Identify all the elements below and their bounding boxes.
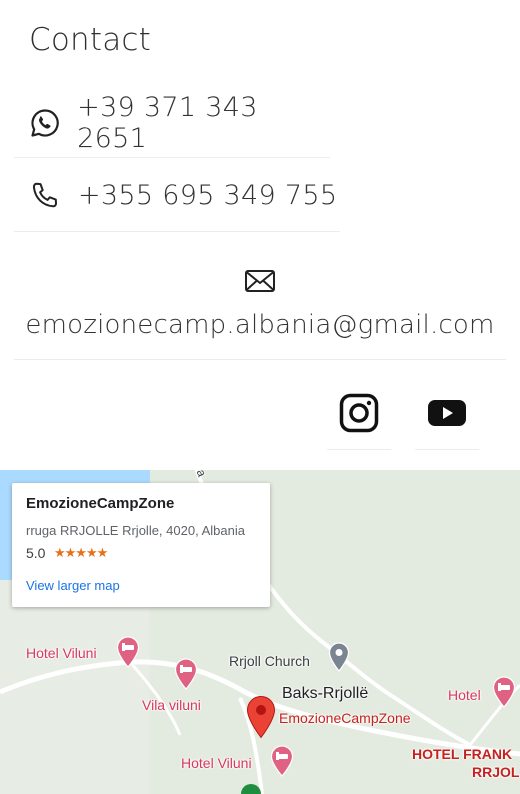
phone-number: +355 695 349 755: [78, 180, 338, 211]
hotel-pin-icon[interactable]: [270, 745, 294, 777]
location-marker-icon[interactable]: [246, 695, 276, 739]
whatsapp-icon: [28, 106, 61, 140]
place-address: rruga RRJOLLE Rrjolle, 4020, Albania: [26, 523, 245, 538]
contact-title: Contact: [29, 22, 152, 58]
view-larger-map-link[interactable]: View larger map: [26, 578, 120, 593]
map-info-card: EmozioneCampZone rruga RRJOLLE Rrjolle, …: [12, 483, 270, 607]
instagram-icon: [339, 393, 379, 437]
youtube-link[interactable]: [415, 380, 479, 450]
hotel-pin-icon[interactable]: [492, 676, 516, 708]
phone-contact-row[interactable]: +355 695 349 755: [14, 160, 340, 232]
map-label-marker-name[interactable]: EmozioneCampZone: [279, 710, 411, 726]
whatsapp-contact-row[interactable]: +39 371 343 2651: [14, 88, 330, 158]
embedded-map[interactable]: a EmozioneCampZone rruga RRJOLLE Rrjolle…: [0, 470, 520, 794]
rating-stars: ★★★★★: [54, 545, 108, 560]
envelope-icon: [244, 268, 276, 294]
email-address: emozionecamp.albania@gmail.com: [25, 310, 495, 340]
map-label-hotel-viluni-2[interactable]: Hotel Viluni: [181, 755, 252, 771]
instagram-link[interactable]: [327, 380, 391, 450]
map-label-hotel-viluni[interactable]: Hotel Viluni: [26, 645, 97, 661]
map-label-baks-rrjolle[interactable]: Baks-Rrjollë: [282, 685, 368, 703]
church-pin-icon[interactable]: [328, 642, 350, 672]
youtube-icon: [427, 398, 467, 432]
map-label-vila-viluni[interactable]: Vila viluni: [142, 697, 201, 713]
map-label-rrjoll-church[interactable]: Rrjoll Church: [229, 653, 310, 669]
phone-icon: [28, 179, 62, 213]
map-label-hotel-frank[interactable]: HOTEL FRANK: [412, 746, 512, 762]
hotel-pin-icon[interactable]: [174, 658, 198, 690]
hotel-pin-icon[interactable]: [116, 636, 140, 668]
map-label-hotel-right[interactable]: Hotel: [448, 687, 481, 703]
place-name: EmozioneCampZone: [26, 495, 175, 512]
whatsapp-number: +39 371 343 2651: [77, 91, 258, 154]
map-label-rrjol: RRJOL: [472, 764, 520, 780]
email-contact-block[interactable]: emozionecamp.albania@gmail.com: [14, 262, 506, 360]
place-rating: 5.0: [26, 545, 46, 561]
